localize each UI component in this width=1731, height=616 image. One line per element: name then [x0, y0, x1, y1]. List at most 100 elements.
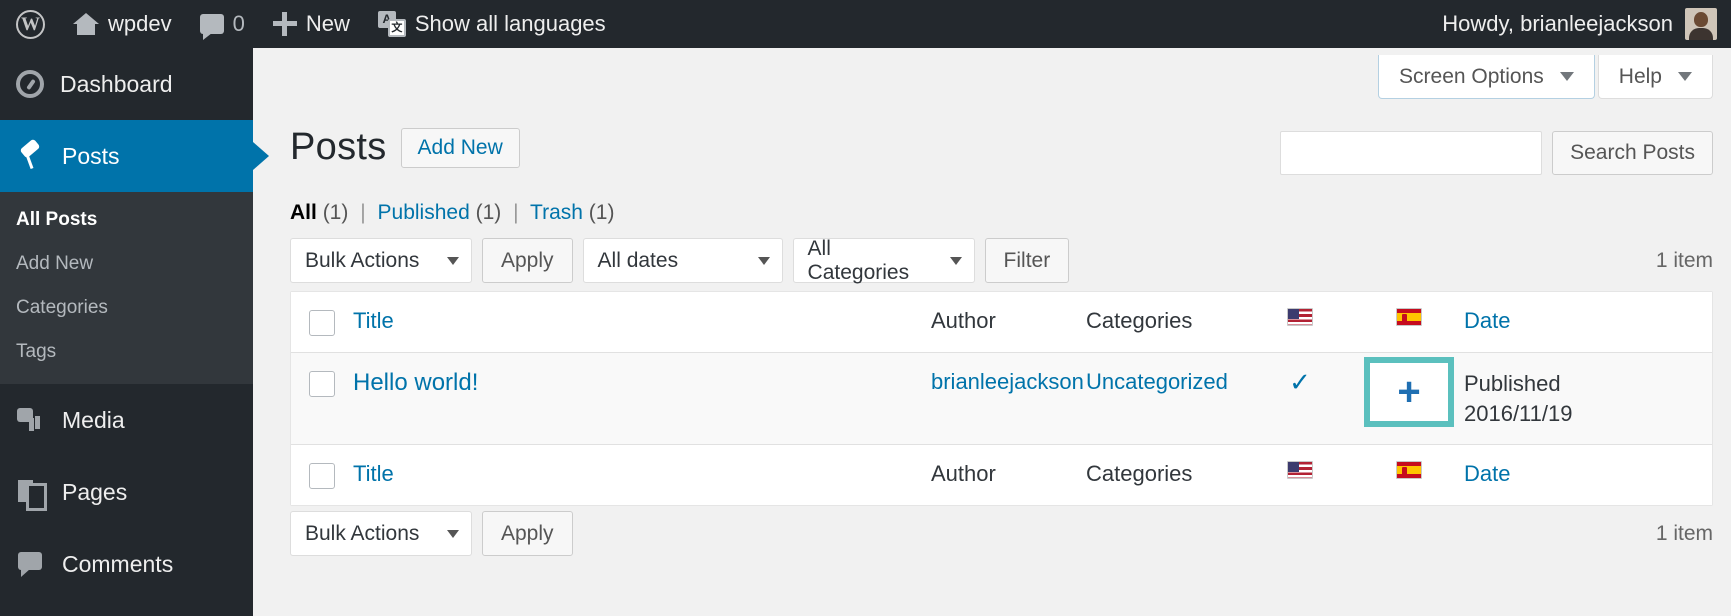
table-row: Hello world! brianleejackson Uncategoriz… — [291, 353, 1712, 446]
table-footer-row: Title Author Categories Date — [291, 445, 1712, 506]
date-filter-select[interactable]: All dates — [582, 238, 783, 283]
sidebar-item-label-comments: Comments — [62, 550, 174, 577]
flag-us-icon — [1287, 461, 1313, 480]
posts-submenu: All Posts Add New Categories Tags — [0, 192, 253, 384]
page-header: Posts Add New — [290, 126, 520, 169]
comments-menu-item[interactable]: 0 — [186, 0, 259, 48]
comment-bubble-icon — [16, 549, 46, 579]
column-footer-date[interactable]: Date — [1464, 445, 1712, 503]
tablenav-bottom: Bulk Actions Apply 1 item — [290, 511, 1713, 556]
column-footer-title[interactable]: Title — [353, 445, 931, 503]
comment-bubble-icon — [199, 14, 224, 40]
select-all-checkbox-top[interactable] — [309, 310, 335, 336]
column-footer-date-link[interactable]: Date — [1464, 461, 1510, 486]
screen-options-button[interactable]: Screen Options — [1378, 55, 1595, 99]
filter-link-published[interactable]: Published — [378, 201, 470, 224]
add-new-post-button[interactable]: Add New — [400, 127, 520, 168]
row-select-cell — [291, 353, 353, 413]
flag-spain-icon — [1396, 308, 1422, 326]
bulk-actions-label-top: Bulk Actions — [305, 248, 420, 272]
site-name-menu-item[interactable]: wpdev — [59, 0, 186, 48]
sidebar-item-comments[interactable]: Comments — [0, 528, 253, 600]
column-header-categories: Categories — [1086, 308, 1193, 333]
sidebar-item-pages[interactable]: Pages — [0, 456, 253, 528]
add-translation-highlight-box[interactable]: + — [1364, 357, 1454, 427]
filter-count-published: (1) — [475, 201, 502, 224]
column-footer-categories: Categories — [1086, 461, 1193, 487]
bulk-actions-label-bottom: Bulk Actions — [305, 521, 420, 545]
admin-sidebar-menu: Dashboard Posts All Posts Add New Catego… — [0, 48, 269, 616]
filter-separator: | — [360, 201, 366, 224]
site-name-label: wpdev — [108, 11, 172, 36]
dashboard-gauge-icon — [16, 70, 44, 98]
sidebar-item-tags[interactable]: Tags — [0, 330, 253, 374]
chevron-down-icon — [1559, 72, 1574, 81]
column-footer-title-link[interactable]: Title — [353, 461, 394, 486]
home-icon — [73, 12, 99, 36]
filter-button[interactable]: Filter — [984, 238, 1070, 283]
help-label: Help — [1618, 64, 1662, 88]
sidebar-item-dashboard[interactable]: Dashboard — [0, 48, 253, 120]
my-account-menu-item[interactable]: Howdy, brianleejackson — [1442, 0, 1731, 48]
pushpin-icon — [16, 141, 46, 171]
column-header-title[interactable]: Title — [353, 292, 931, 350]
select-all-checkbox-bottom[interactable] — [309, 463, 335, 490]
post-status-label: Published — [1464, 371, 1561, 396]
row-checkbox[interactable] — [309, 371, 335, 397]
show-all-languages-menu-item[interactable]: A 文 Show all languages — [364, 0, 620, 48]
post-date-value: 2016/11/19 — [1464, 400, 1573, 426]
filter-link-trash[interactable]: Trash — [530, 201, 583, 224]
new-label: New — [305, 11, 350, 36]
column-header-date[interactable]: Date — [1464, 292, 1712, 350]
help-button[interactable]: Help — [1597, 55, 1713, 99]
posts-table: Title Author Categories Date Hello world… — [290, 291, 1713, 507]
flag-spain-icon — [1396, 461, 1422, 480]
post-status-filter-links: All (1) | Published (1) | Trash (1) — [290, 201, 614, 225]
plus-icon — [272, 12, 297, 36]
main-content-area: Screen Options Help Posts Add New All (1… — [253, 48, 1731, 616]
add-translation-plus-icon: + — [1397, 370, 1421, 414]
column-header-date-link[interactable]: Date — [1464, 308, 1510, 333]
filter-link-all[interactable]: All — [290, 201, 317, 224]
pages-icon — [16, 477, 47, 511]
sidebar-item-add-new-post[interactable]: Add New — [0, 242, 253, 286]
new-content-menu-item[interactable]: New — [259, 0, 364, 48]
sidebar-item-categories[interactable]: Categories — [0, 286, 253, 330]
apply-bulk-action-button-top[interactable]: Apply — [482, 238, 573, 283]
table-header-row: Title Author Categories Date — [291, 292, 1712, 353]
sidebar-item-media[interactable]: Media — [0, 384, 253, 456]
search-box: Search Posts — [1280, 131, 1713, 175]
sidebar-item-posts[interactable]: Posts — [0, 120, 269, 192]
wp-logo-menu-item[interactable]: W — [0, 0, 59, 48]
post-title-link[interactable]: Hello world! — [353, 369, 478, 396]
search-input[interactable] — [1280, 131, 1543, 175]
bulk-actions-select-top[interactable]: Bulk Actions — [290, 238, 472, 283]
column-footer-author: Author — [931, 461, 996, 487]
post-category-link[interactable]: Uncategorized — [1086, 369, 1228, 394]
sidebar-item-all-posts[interactable]: All Posts — [0, 198, 253, 242]
media-camera-icon — [16, 405, 46, 435]
bulk-actions-select-bottom[interactable]: Bulk Actions — [290, 511, 472, 556]
chevron-down-icon — [949, 256, 962, 265]
screen-meta-links: Screen Options Help — [1378, 55, 1713, 99]
category-filter-select[interactable]: All Categories — [792, 237, 975, 284]
search-posts-button[interactable]: Search Posts — [1552, 131, 1713, 175]
page-title: Posts — [290, 126, 387, 168]
chevron-down-icon — [1678, 72, 1692, 81]
row-language-es-cell: + — [1354, 353, 1464, 443]
apply-bulk-action-button-bottom[interactable]: Apply — [482, 511, 573, 556]
tablenav-top: Bulk Actions Apply All dates All Categor… — [290, 237, 1713, 284]
displaying-num-bottom: 1 item — [1655, 521, 1713, 545]
chevron-down-icon — [447, 529, 459, 538]
sidebar-item-label-media: Media — [62, 406, 125, 433]
sidebar-item-label-posts: Posts — [62, 142, 120, 169]
comments-count-label: 0 — [232, 11, 245, 36]
filter-separator: | — [513, 201, 519, 224]
flag-us-icon — [1287, 308, 1313, 326]
row-date-cell: Published 2016/11/19 — [1464, 353, 1712, 444]
post-author-link[interactable]: brianleejackson — [931, 369, 1084, 394]
sidebar-item-label-pages: Pages — [62, 478, 128, 505]
row-categories-cell: Uncategorized — [1086, 353, 1246, 411]
column-header-title-link[interactable]: Title — [353, 308, 394, 333]
row-language-en-cell: ✓ — [1246, 353, 1354, 411]
